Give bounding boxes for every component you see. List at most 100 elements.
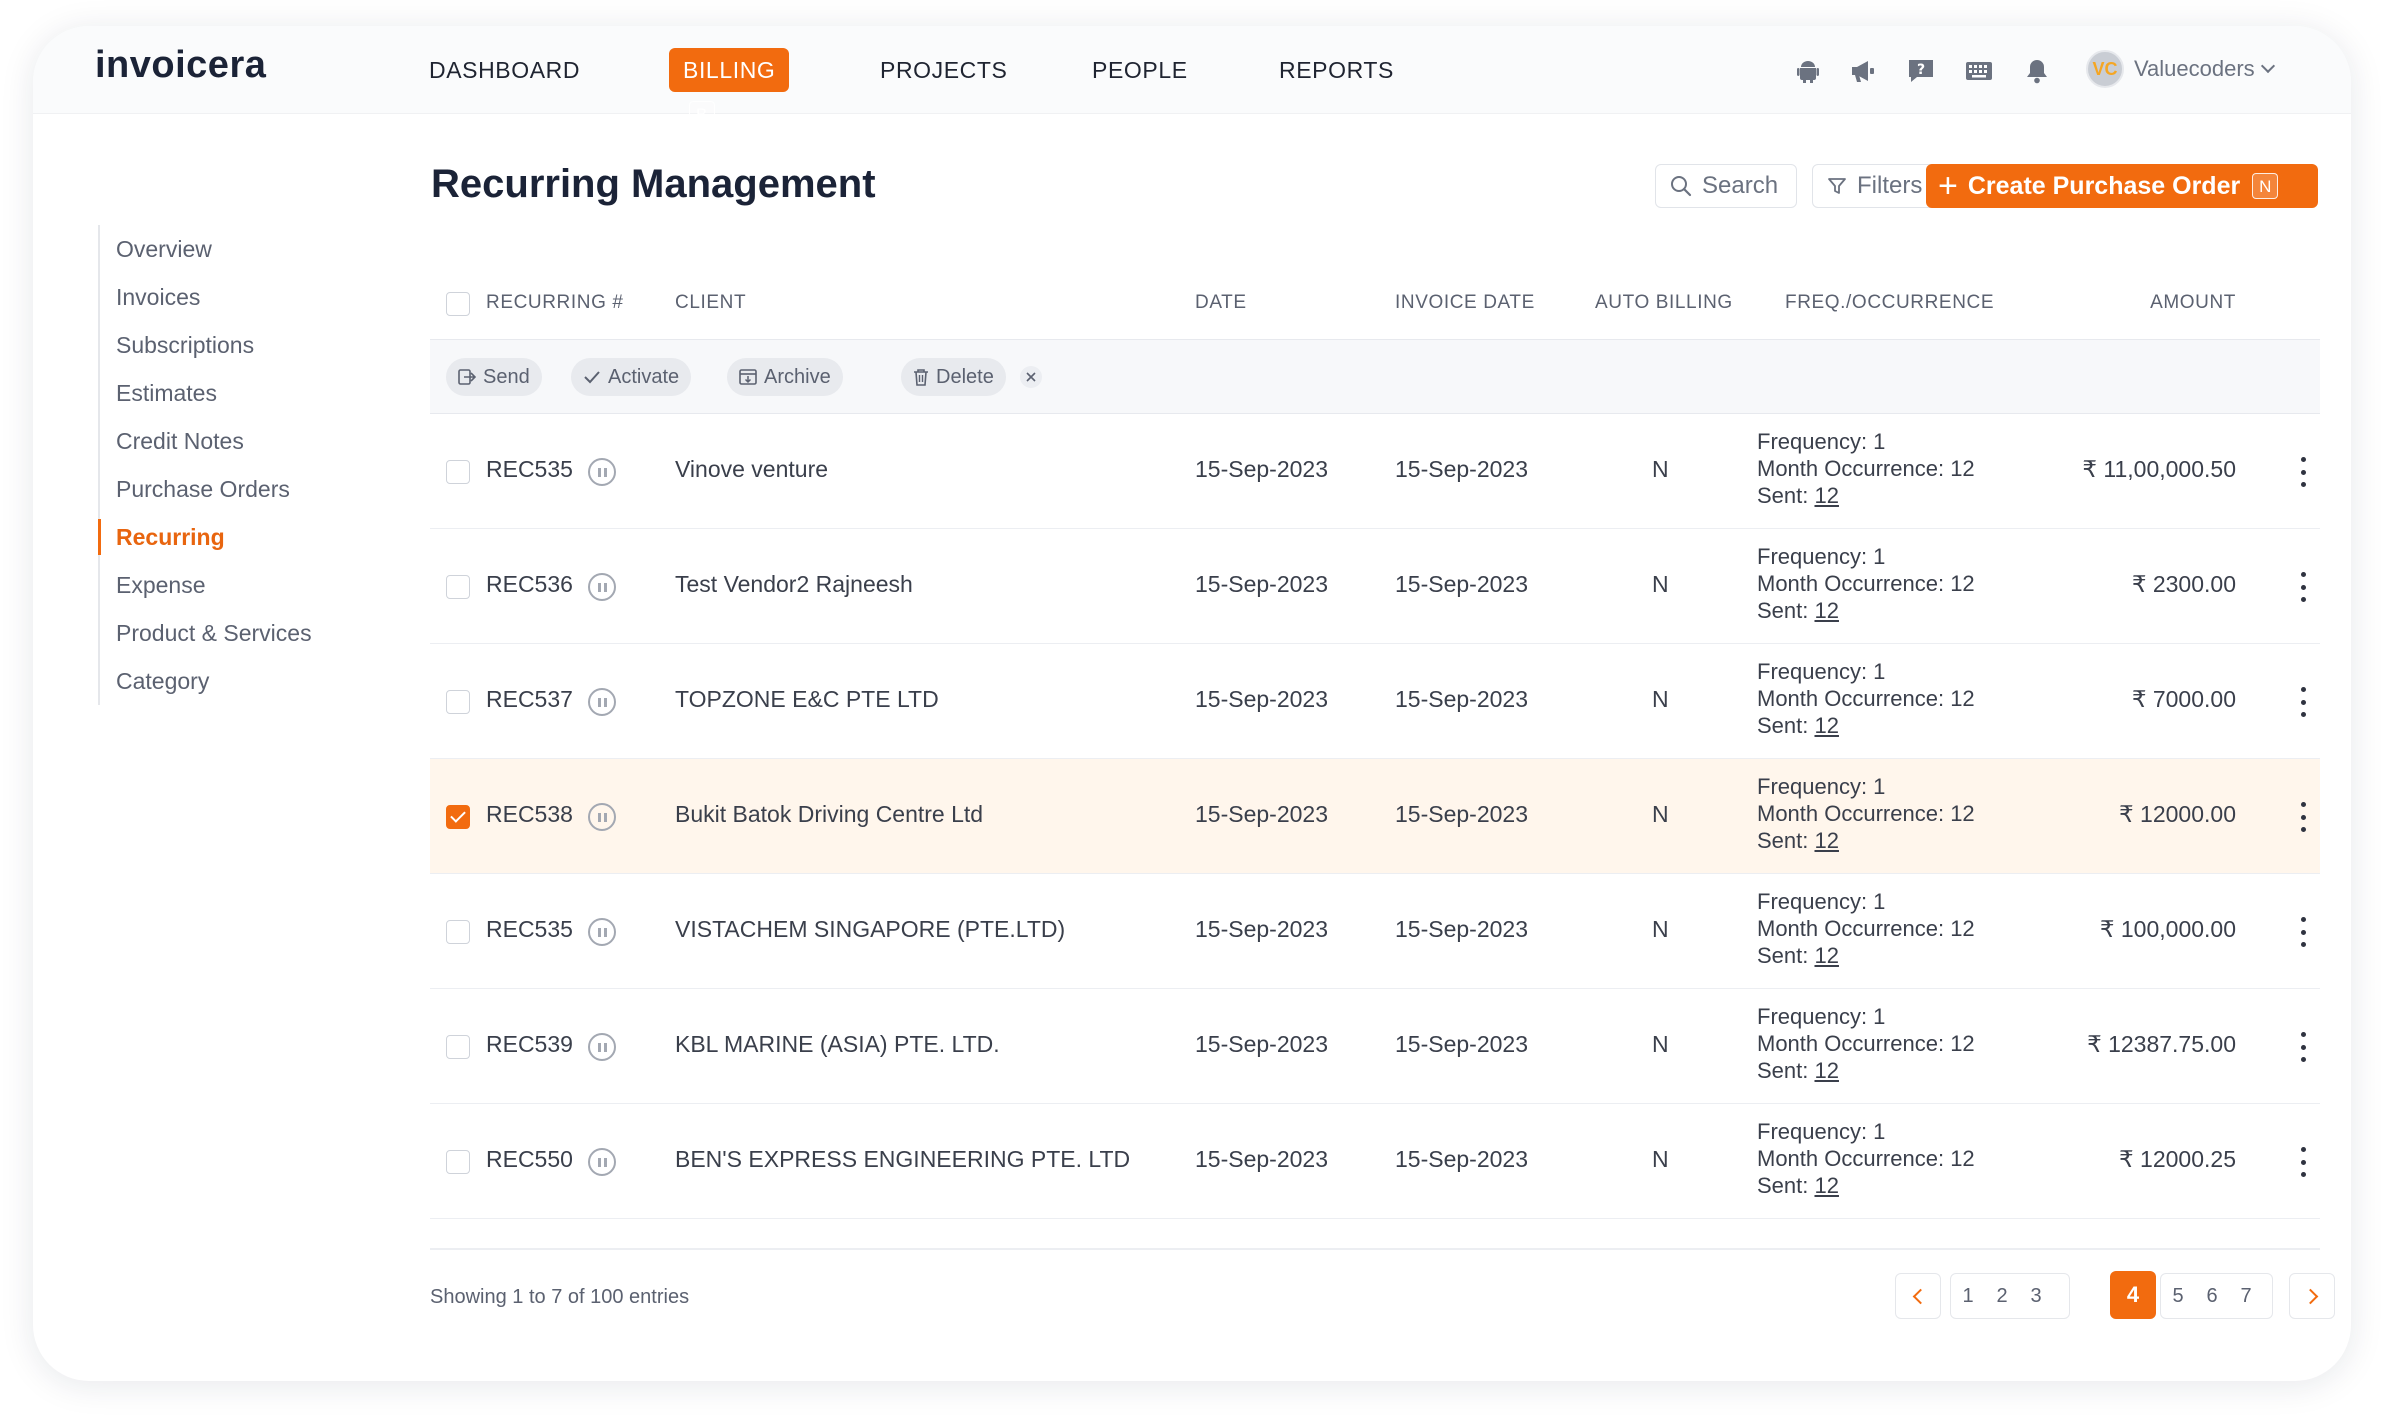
recurring-id[interactable]: REC539: [486, 1031, 573, 1058]
page-3[interactable]: 3: [2019, 1285, 2053, 1308]
recurring-id[interactable]: REC535: [486, 456, 573, 483]
megaphone-icon[interactable]: [1848, 56, 1878, 86]
sidebar-item-product-services[interactable]: Product & Services: [100, 609, 358, 657]
recurring-id[interactable]: REC538: [486, 801, 573, 828]
android-icon[interactable]: [1793, 56, 1823, 86]
nav-reports[interactable]: REPORTS: [1279, 48, 1394, 92]
create-purchase-order-button[interactable]: + Create Purchase Order N: [1926, 164, 2318, 208]
row-checkbox[interactable]: [446, 575, 470, 599]
activate-button[interactable]: Activate: [571, 358, 692, 396]
amount: ₹ 100,000.00: [2099, 916, 2236, 942]
nav-projects[interactable]: PROJECTS: [880, 48, 1007, 92]
recurring-id[interactable]: REC535: [486, 916, 573, 943]
page-1[interactable]: 1: [1951, 1285, 1985, 1308]
col-freq[interactable]: FREQ./OCCURRENCE: [1785, 292, 1994, 314]
select-all-checkbox[interactable]: [446, 292, 470, 316]
row-checkbox[interactable]: [446, 805, 470, 829]
archive-button[interactable]: Archive: [727, 358, 843, 396]
row-checkbox[interactable]: [446, 1150, 470, 1174]
col-date[interactable]: DATE: [1195, 292, 1247, 314]
table-row[interactable]: REC539 KBL MARINE (ASIA) PTE. LTD. 15-Sep-…: [430, 989, 2320, 1104]
page-current[interactable]: 4: [2110, 1271, 2156, 1319]
row-checkbox[interactable]: [446, 1035, 470, 1059]
date: 15-Sep-2023: [1195, 1146, 1328, 1172]
recurring-id[interactable]: REC550: [486, 1146, 573, 1173]
more-options-icon[interactable]: [2300, 802, 2306, 832]
keyboard-icon[interactable]: [1964, 56, 1994, 86]
table-row[interactable]: REC538 Bukit Batok Driving Centre Ltd 15-S…: [430, 759, 2320, 874]
col-auto-billing[interactable]: AUTO BILLING: [1595, 292, 1733, 314]
recurring-table: RECURRING # CLIENT DATE INVOICE DATE AUT…: [430, 268, 2320, 1219]
sent-link[interactable]: 12: [1814, 713, 1838, 738]
recurring-id[interactable]: REC537: [486, 686, 573, 713]
table-row[interactable]: REC537 TOPZONE E&C PTE LTD 15-Sep-2023 15-S…: [430, 644, 2320, 759]
pause-icon[interactable]: [588, 803, 616, 831]
more-options-icon[interactable]: [2300, 457, 2306, 487]
client-name: Vinove venture: [675, 456, 829, 482]
col-invoice-date[interactable]: INVOICE DATE: [1395, 292, 1535, 314]
user-menu[interactable]: VC Valuecoders: [2086, 48, 2275, 90]
sidebar-item-invoices[interactable]: Invoices: [100, 273, 358, 321]
send-button[interactable]: Send: [446, 358, 542, 396]
sent-link[interactable]: 12: [1814, 828, 1838, 853]
pause-icon[interactable]: [588, 688, 616, 716]
sent-link[interactable]: 12: [1814, 1173, 1838, 1198]
table-row[interactable]: REC550 BEN'S EXPRESS ENGINEERING PTE. LTD…: [430, 1104, 2320, 1219]
sidebar-item-category[interactable]: Category: [100, 657, 358, 705]
more-options-icon[interactable]: [2300, 572, 2306, 602]
table-row[interactable]: REC535 Vinove venture 15-Sep-2023 15-Sep-20…: [430, 414, 2320, 529]
next-page-button[interactable]: [2289, 1273, 2335, 1319]
sidebar-item-subscriptions[interactable]: Subscriptions: [100, 321, 358, 369]
table-row[interactable]: REC535 VISTACHEM SINGAPORE (PTE.LTD) 15-Se…: [430, 874, 2320, 989]
help-icon[interactable]: ?: [1906, 56, 1936, 86]
col-client[interactable]: CLIENT: [675, 292, 746, 314]
bell-icon[interactable]: [2022, 56, 2052, 86]
pause-icon[interactable]: [588, 918, 616, 946]
page-7[interactable]: 7: [2229, 1285, 2263, 1308]
prev-page-button[interactable]: [1895, 1273, 1941, 1319]
sidebar-item-overview[interactable]: Overview: [100, 225, 358, 273]
shortcut-badge: B: [689, 101, 715, 127]
close-icon[interactable]: [1020, 366, 1042, 388]
delete-button[interactable]: Delete: [901, 358, 1006, 396]
date: 15-Sep-2023: [1195, 456, 1328, 482]
row-checkbox[interactable]: [446, 920, 470, 944]
shortcut-badge: N: [2252, 173, 2279, 199]
invoice-date: 15-Sep-2023: [1395, 916, 1528, 942]
more-options-icon[interactable]: [2300, 1032, 2306, 1062]
row-checkbox[interactable]: [446, 460, 470, 484]
search-button[interactable]: Search: [1655, 164, 1797, 208]
sent-link[interactable]: 12: [1814, 598, 1838, 623]
sent-link[interactable]: 12: [1814, 943, 1838, 968]
pause-icon[interactable]: [588, 1033, 616, 1061]
page-2[interactable]: 2: [1985, 1285, 2019, 1308]
sidebar-item-recurring[interactable]: Recurring: [98, 513, 358, 561]
table-row[interactable]: REC536 Test Vendor2 Rajneesh 15-Sep-2023 15…: [430, 529, 2320, 644]
invoice-date: 15-Sep-2023: [1395, 1146, 1528, 1172]
col-recurring[interactable]: RECURRING #: [486, 292, 624, 314]
row-checkbox[interactable]: [446, 690, 470, 714]
more-options-icon[interactable]: [2300, 687, 2306, 717]
sidebar-item-estimates[interactable]: Estimates: [100, 369, 358, 417]
more-options-icon[interactable]: [2300, 1147, 2306, 1177]
auto-billing: N: [1652, 916, 1669, 942]
sent-link[interactable]: 12: [1814, 483, 1838, 508]
logo[interactable]: invoicera: [95, 44, 266, 87]
recurring-id[interactable]: REC536: [486, 571, 573, 598]
nav-people[interactable]: PEOPLE: [1092, 48, 1188, 92]
more-options-icon[interactable]: [2300, 917, 2306, 947]
col-amount[interactable]: AMOUNT: [2150, 292, 2236, 314]
auto-billing: N: [1652, 686, 1669, 712]
page-6[interactable]: 6: [2195, 1285, 2229, 1308]
pause-icon[interactable]: [588, 458, 616, 486]
sidebar-item-credit-notes[interactable]: Credit Notes: [100, 417, 358, 465]
nav-dashboard[interactable]: DASHBOARD: [429, 48, 580, 92]
pause-icon[interactable]: [588, 573, 616, 601]
nav-billing[interactable]: BILLINGB: [669, 48, 790, 127]
freq-occurrence: Frequency: 1 Month Occurrence: 12 Sent: 12: [1757, 429, 1975, 508]
sent-link[interactable]: 12: [1814, 1058, 1838, 1083]
pause-icon[interactable]: [588, 1148, 616, 1176]
sidebar-item-purchase-orders[interactable]: Purchase Orders: [100, 465, 358, 513]
sidebar-item-expense[interactable]: Expense: [100, 561, 358, 609]
page-5[interactable]: 5: [2161, 1285, 2195, 1308]
